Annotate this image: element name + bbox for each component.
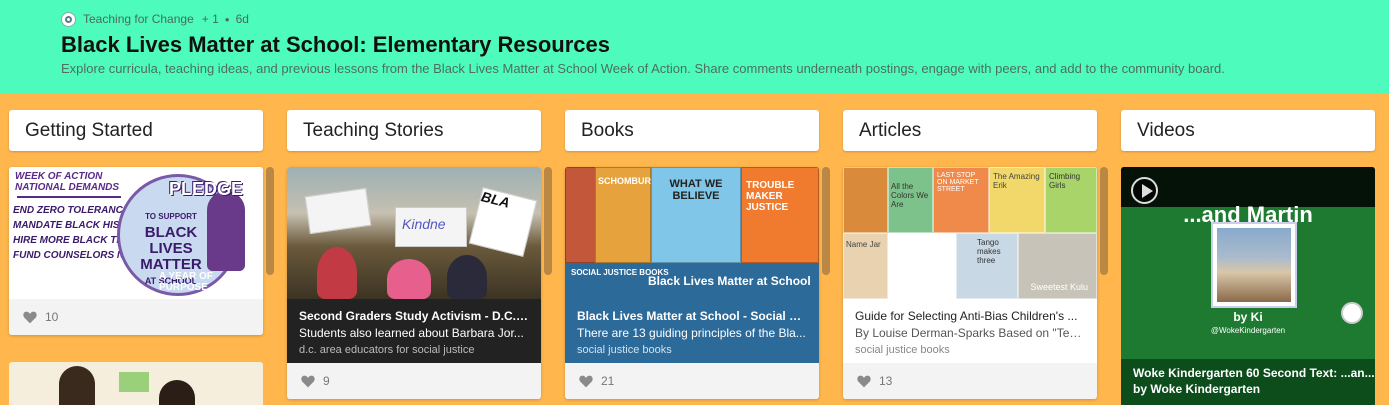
book-cover: LAST STOP ON MARKET STREET xyxy=(933,167,989,233)
book-cover: The Amazing Erik xyxy=(989,167,1045,233)
like-count: 9 xyxy=(323,374,330,388)
board-title: Black Lives Matter at School: Elementary… xyxy=(61,32,610,57)
book-cover xyxy=(888,233,956,299)
post-source: d.c. area educators for social justice xyxy=(299,344,475,356)
play-icon[interactable] xyxy=(1131,177,1158,204)
video-handle: @WokeKindergarten xyxy=(1210,326,1286,335)
post-card-getting-started[interactable]: WEEK OF ACTION NATIONAL DEMANDS END ZERO… xyxy=(9,167,263,335)
reaction-bar[interactable]: 9 xyxy=(287,363,541,399)
post-title[interactable]: Second Graders Study Activism - D.C. Ar.… xyxy=(299,309,529,323)
protest-sign: Kindne xyxy=(395,207,467,247)
post-byline: by Woke Kindergarten xyxy=(1133,382,1261,396)
post-subtitle: By Louise Derman-Sparks Based on "Ten... xyxy=(855,326,1085,340)
like-count: 10 xyxy=(45,310,59,324)
banner-text: Black Lives Matter at School xyxy=(648,274,811,288)
column-scrollbar[interactable] xyxy=(822,167,830,275)
column-scrollbar[interactable] xyxy=(544,167,552,275)
author-name[interactable]: Teaching for Change xyxy=(83,12,194,26)
reaction-bar[interactable]: 21 xyxy=(565,363,819,399)
post-details: Guide for Selecting Anti-Bias Children's… xyxy=(843,299,1097,363)
post-card-partial[interactable] xyxy=(9,362,263,405)
purpose-text: A YEAR OF PURPOSE xyxy=(159,271,213,293)
video-photo xyxy=(1211,222,1297,308)
author-avatar-icon[interactable] xyxy=(61,11,76,27)
video-credit: by Ki xyxy=(1233,310,1263,324)
post-details: Second Graders Study Activism - D.C. Ar.… xyxy=(287,299,541,363)
post-card-videos[interactable]: ...and Martin by Ki @WokeKindergarten Wo… xyxy=(1121,167,1375,405)
board-description: Explore curricula, teaching ideas, and p… xyxy=(61,61,1225,76)
post-card-teaching-stories[interactable]: Kindne BLA Second Graders Study Activism… xyxy=(287,167,541,399)
book-cover: Climbing Girls xyxy=(1045,167,1097,233)
column-scrollbar[interactable] xyxy=(1100,167,1108,275)
child-figure xyxy=(387,259,431,299)
board-age: 6d xyxy=(235,12,249,26)
portrait-illustration xyxy=(207,191,245,271)
heart-icon[interactable] xyxy=(23,311,37,324)
column-header-articles[interactable]: Articles xyxy=(843,110,1097,151)
post-subtitle: Students also learned about Barbara Jor.… xyxy=(299,326,524,340)
image-caption: WEEK OF ACTION NATIONAL DEMANDS xyxy=(15,171,120,193)
post-source: social justice books xyxy=(577,344,672,356)
board-header: Teaching for Change + 1 ● 6d Black Lives… xyxy=(0,0,1389,93)
video-top-bar xyxy=(1121,167,1375,207)
column-header-getting-started[interactable]: Getting Started xyxy=(9,110,263,151)
book-cover: Sweetest Kulu xyxy=(1018,233,1097,299)
book-cover: Name Jar xyxy=(843,233,888,299)
post-subtitle: There are 13 guiding principles of the B… xyxy=(577,326,806,340)
board-meta: Teaching for Change + 1 ● 6d xyxy=(61,11,249,27)
child-figure xyxy=(447,255,487,299)
column-header-teaching-stories[interactable]: Teaching Stories xyxy=(287,110,541,151)
channel-avatar[interactable] xyxy=(1341,302,1363,324)
book-cover: Tango makes three xyxy=(956,233,1018,299)
book-cover xyxy=(565,167,599,263)
post-image[interactable]: SCHOMBURG WHAT WE BELIEVE TROUBLE MAKER … xyxy=(565,167,819,299)
post-title[interactable]: Woke Kindergarten 60 Second Text: ...an.… xyxy=(1133,366,1375,380)
book-cover xyxy=(843,167,888,233)
column-header-videos[interactable]: Videos xyxy=(1121,110,1375,151)
post-details: Black Lives Matter at School - Social Ju… xyxy=(565,299,819,363)
book-cover: All the Colors We Are xyxy=(888,167,933,233)
post-image[interactable]: All the Colors We Are LAST STOP ON MARKE… xyxy=(843,167,1097,299)
heart-icon[interactable] xyxy=(301,375,315,388)
post-title[interactable]: Guide for Selecting Anti-Bias Children's… xyxy=(855,309,1085,323)
book-cover: WHAT WE BELIEVE xyxy=(651,167,741,263)
post-source: social justice books xyxy=(855,344,950,356)
reaction-bar[interactable]: 10 xyxy=(9,299,263,335)
divider xyxy=(17,196,121,198)
reaction-bar[interactable]: 13 xyxy=(843,363,1097,399)
post-image[interactable]: WEEK OF ACTION NATIONAL DEMANDS END ZERO… xyxy=(9,167,263,299)
heart-icon[interactable] xyxy=(579,375,593,388)
heart-icon[interactable] xyxy=(857,375,871,388)
book-cover: TROUBLE MAKER JUSTICE xyxy=(741,167,819,263)
book-cover: SCHOMBURG xyxy=(595,167,658,263)
separator-dot-icon: ● xyxy=(224,14,230,24)
like-count: 13 xyxy=(879,374,893,388)
post-title[interactable]: Black Lives Matter at School - Social Ju… xyxy=(577,309,807,323)
post-image[interactable]: Kindne BLA xyxy=(287,167,541,299)
video-thumbnail[interactable]: ...and Martin by Ki @WokeKindergarten xyxy=(1121,167,1375,359)
collaborator-count[interactable]: + 1 xyxy=(202,12,219,26)
post-card-books[interactable]: SCHOMBURG WHAT WE BELIEVE TROUBLE MAKER … xyxy=(565,167,819,399)
pledge-text: PLEDGE xyxy=(169,179,244,199)
protest-sign: BLA xyxy=(468,187,538,257)
post-card-articles[interactable]: All the Colors We Are LAST STOP ON MARKE… xyxy=(843,167,1097,399)
like-count: 21 xyxy=(601,374,615,388)
column-scrollbar[interactable] xyxy=(266,167,274,275)
protest-sign xyxy=(304,187,372,235)
column-header-books[interactable]: Books xyxy=(565,110,819,151)
child-figure xyxy=(317,247,357,299)
